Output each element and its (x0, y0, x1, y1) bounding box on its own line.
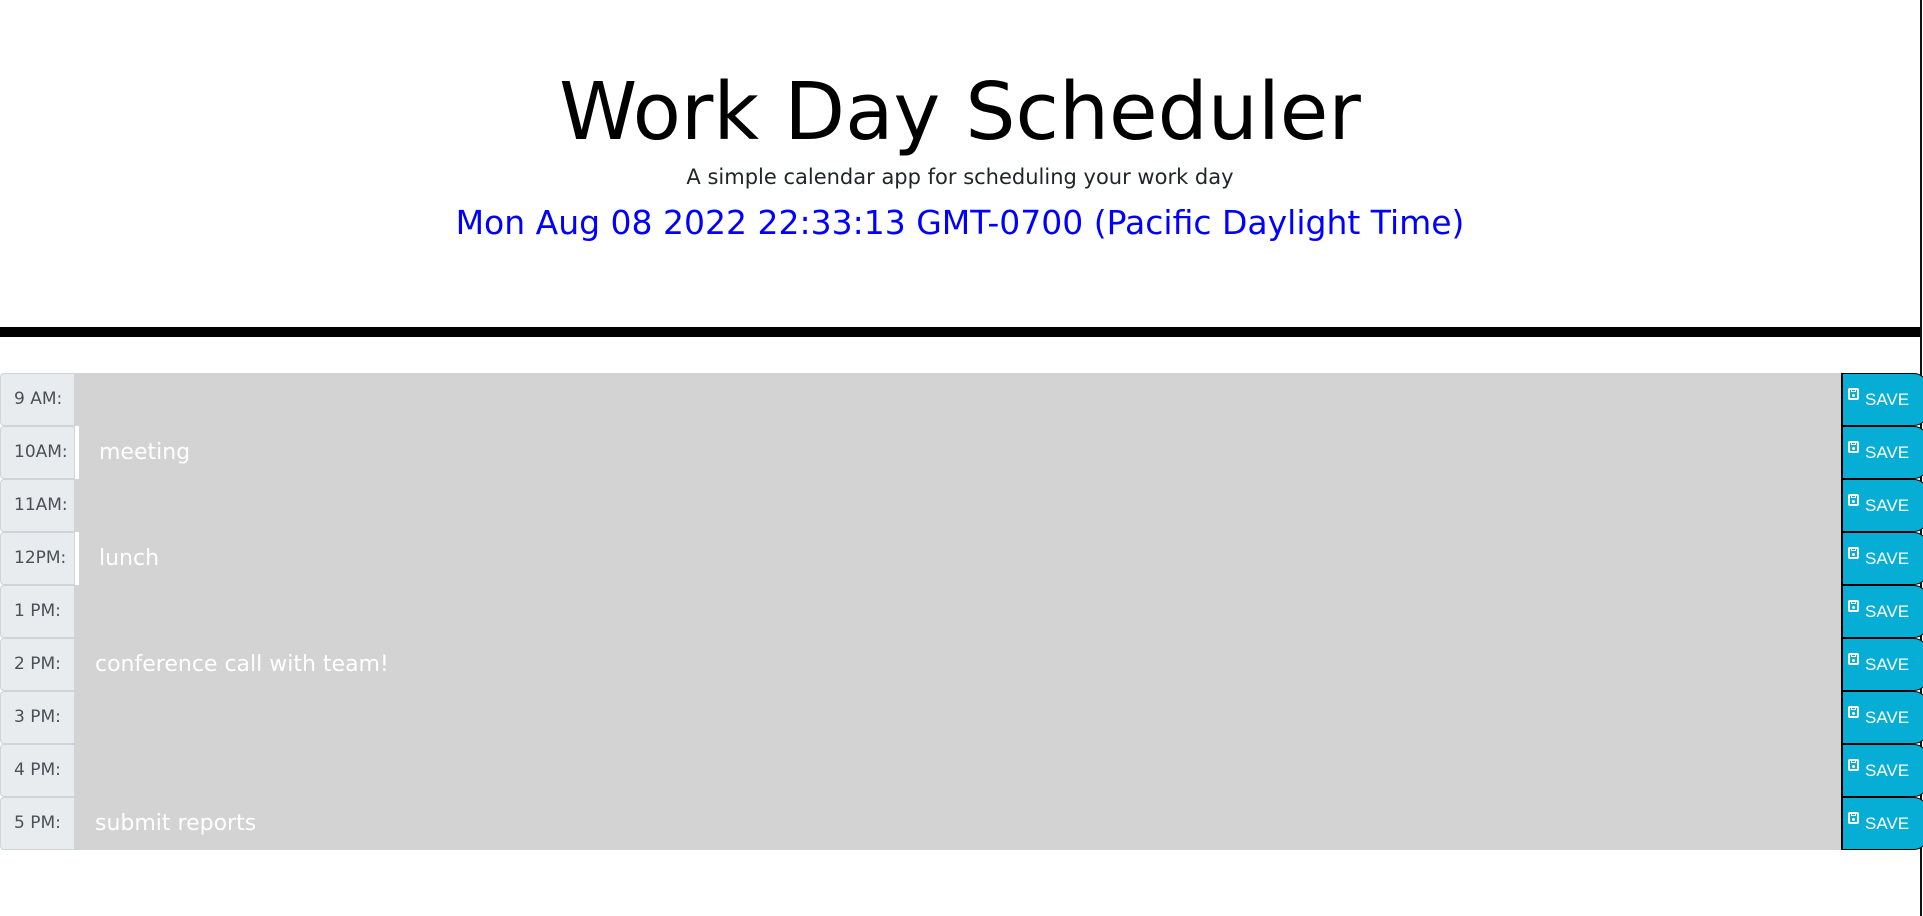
save-button[interactable]: SAVE (1841, 744, 1923, 797)
save-button-label: SAVE (1865, 496, 1910, 515)
save-button-label: SAVE (1865, 602, 1910, 621)
save-button[interactable]: SAVE (1841, 638, 1923, 691)
header-divider (0, 327, 1920, 337)
event-description-input[interactable] (75, 585, 1841, 638)
save-button[interactable]: SAVE (1841, 532, 1923, 585)
time-block-row: 1 PM: SAVE (0, 585, 1923, 638)
time-block-row: 11AM: SAVE (0, 479, 1923, 532)
hour-label: 3 PM: (0, 691, 75, 744)
schedule: 9 AM: SAVE 10AM: meeting SAVE 11AM: SAVE 12PM: l… (0, 373, 1923, 850)
save-button-label: SAVE (1865, 443, 1910, 462)
floppy-disk-icon (1848, 759, 1859, 771)
floppy-disk-icon (1848, 812, 1859, 824)
time-block-row: 2 PM: conference call with team! SAVE (0, 638, 1923, 691)
header: Work Day Scheduler A simple calendar app… (0, 0, 1920, 327)
page-subtitle: A simple calendar app for scheduling you… (686, 165, 1234, 189)
save-button-label: SAVE (1865, 390, 1910, 409)
floppy-disk-icon (1848, 494, 1859, 506)
event-description-input[interactable] (75, 744, 1841, 797)
save-button-label: SAVE (1865, 549, 1910, 568)
event-description-input[interactable]: meeting (79, 426, 1841, 479)
hour-label: 2 PM: (0, 638, 75, 691)
hour-label: 12PM: (0, 532, 75, 585)
save-button[interactable]: SAVE (1841, 373, 1923, 426)
save-button[interactable]: SAVE (1841, 691, 1923, 744)
time-block-row: 9 AM: SAVE (0, 373, 1923, 426)
time-block-row: 5 PM: submit reports SAVE (0, 797, 1923, 850)
time-block-row: 4 PM: SAVE (0, 744, 1923, 797)
hour-label: 5 PM: (0, 797, 75, 850)
save-button-label: SAVE (1865, 761, 1910, 780)
hour-label: 11AM: (0, 479, 75, 532)
floppy-disk-icon (1848, 547, 1859, 559)
page-title: Work Day Scheduler (559, 66, 1361, 158)
floppy-disk-icon (1848, 653, 1859, 665)
event-description-input[interactable]: submit reports (75, 797, 1841, 850)
save-button-label: SAVE (1865, 708, 1910, 727)
save-button-label: SAVE (1865, 655, 1910, 674)
hour-label: 10AM: (0, 426, 75, 479)
time-block-row: 12PM: lunch SAVE (0, 532, 1923, 585)
save-button[interactable]: SAVE (1841, 479, 1923, 532)
time-block-row: 3 PM: SAVE (0, 691, 1923, 744)
floppy-disk-icon (1848, 441, 1859, 453)
save-button[interactable]: SAVE (1841, 585, 1923, 638)
event-description-input[interactable] (75, 691, 1841, 744)
event-description-input[interactable] (75, 479, 1841, 532)
save-button[interactable]: SAVE (1841, 797, 1923, 850)
current-day: Mon Aug 08 2022 22:33:13 GMT-0700 (Pacif… (455, 203, 1465, 242)
floppy-disk-icon (1848, 388, 1859, 400)
event-description-input[interactable] (75, 373, 1841, 426)
floppy-disk-icon (1848, 706, 1859, 718)
save-button[interactable]: SAVE (1841, 426, 1923, 479)
page: Work Day Scheduler A simple calendar app… (0, 0, 1923, 916)
hour-label: 9 AM: (0, 373, 75, 426)
save-button-label: SAVE (1865, 814, 1910, 833)
time-block-row: 10AM: meeting SAVE (0, 426, 1923, 479)
hour-label: 1 PM: (0, 585, 75, 638)
event-description-input[interactable]: lunch (79, 532, 1841, 585)
floppy-disk-icon (1848, 600, 1859, 612)
hour-label: 4 PM: (0, 744, 75, 797)
event-description-input[interactable]: conference call with team! (75, 638, 1841, 691)
